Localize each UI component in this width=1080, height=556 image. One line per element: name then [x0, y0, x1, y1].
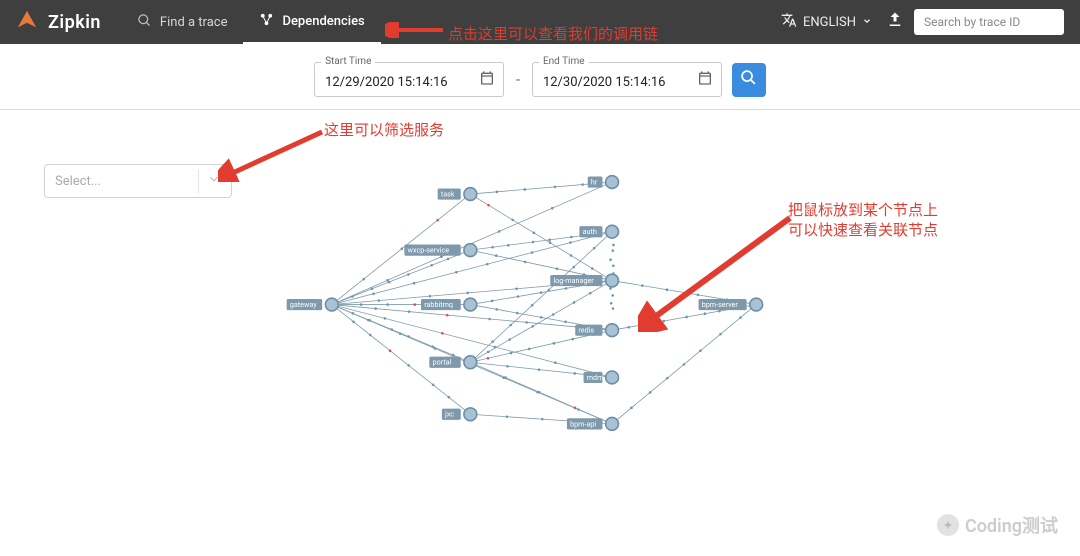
search-icon: [740, 69, 757, 90]
chevron-down-icon: [862, 15, 872, 30]
graph-node-jxc[interactable]: jxc: [442, 408, 477, 421]
zipkin-logo-icon: [16, 9, 38, 35]
graph-node-wxcp-service[interactable]: wxcp-service: [404, 244, 476, 257]
nav-find-trace[interactable]: Find a trace: [121, 0, 244, 44]
graph-node-label: hr: [591, 177, 598, 186]
start-time-value: 12/29/2020 15:14:16: [325, 75, 448, 90]
run-query-button[interactable]: [732, 63, 766, 97]
graph-node-log-manager[interactable]: log-manager: [550, 274, 618, 287]
toolbar-dash: -: [514, 72, 522, 88]
graph-node-label: task: [441, 189, 455, 198]
watermark: ✦ Coding测试: [937, 512, 1058, 538]
graph-node-label: jxc: [444, 410, 454, 419]
graph-edge: [470, 362, 612, 424]
time-toolbar: Start Time 12/29/2020 15:14:16 - End Tim…: [0, 44, 1080, 110]
start-time-label: Start Time: [321, 56, 375, 67]
graph-node-gateway[interactable]: gateway: [287, 298, 339, 311]
dependencies-icon: [259, 12, 274, 31]
wechat-icon: ✦: [937, 514, 959, 536]
nav-dependencies-label: Dependencies: [282, 14, 364, 29]
start-time-field[interactable]: Start Time 12/29/2020 15:14:16: [314, 62, 504, 97]
translate-icon: [781, 12, 797, 32]
nav-dependencies[interactable]: Dependencies: [243, 0, 380, 44]
app-header: Zipkin Find a trace Dependencies ENGLISH…: [0, 0, 1080, 44]
graph-node-label: redis: [578, 326, 594, 335]
graph-node-label: gateway: [290, 300, 317, 309]
search-by-trace-id-placeholder: Search by trace ID: [924, 15, 1020, 29]
calendar-icon: [479, 70, 495, 90]
graph-node-bpm-server[interactable]: bpm-server: [699, 298, 763, 311]
graph-node-label: bpm-api: [570, 419, 596, 428]
graph-node-label: wxcp-service: [408, 246, 450, 255]
language-selector[interactable]: ENGLISH: [781, 12, 872, 32]
upload-button[interactable]: [886, 11, 904, 33]
graph-node-label: mdm: [587, 373, 604, 382]
search-icon: [137, 13, 152, 32]
graph-node-portal[interactable]: portal: [429, 356, 476, 369]
graph-node-label: portal: [433, 358, 452, 367]
watermark-text: Coding测试: [965, 512, 1058, 538]
graph-edge: [470, 232, 612, 363]
graph-node-label: rabbitmq: [424, 300, 453, 309]
graph-node-task[interactable]: task: [438, 188, 477, 201]
graph-node-label: bpm-server: [702, 300, 739, 309]
end-time-value: 12/30/2020 15:14:16: [543, 75, 666, 90]
graph-node-redis[interactable]: redis: [575, 324, 618, 337]
graph-node-rabbitmq[interactable]: rabbitmq: [421, 298, 477, 311]
graph-node-auth[interactable]: auth: [579, 225, 618, 238]
graph-node-hr[interactable]: hr: [588, 176, 619, 189]
end-time-field[interactable]: End Time 12/30/2020 15:14:16: [532, 62, 722, 97]
brand-title: Zipkin: [48, 12, 101, 33]
graph-node-label: log-manager: [553, 276, 594, 285]
graph-node-mdm[interactable]: mdm: [584, 371, 619, 384]
graph-node-bpm-api[interactable]: bpm-api: [567, 417, 619, 430]
dependency-graph[interactable]: gateway task wxcp-service rabbitmq portal jxc…: [0, 110, 1080, 552]
language-label: ENGLISH: [803, 15, 856, 30]
calendar-icon: [697, 70, 713, 90]
graph-node-label: auth: [583, 227, 597, 236]
nav-find-trace-label: Find a trace: [160, 15, 228, 30]
end-time-label: End Time: [539, 56, 589, 67]
search-by-trace-id-input[interactable]: Search by trace ID: [914, 9, 1064, 35]
brand-block: Zipkin: [16, 9, 101, 35]
